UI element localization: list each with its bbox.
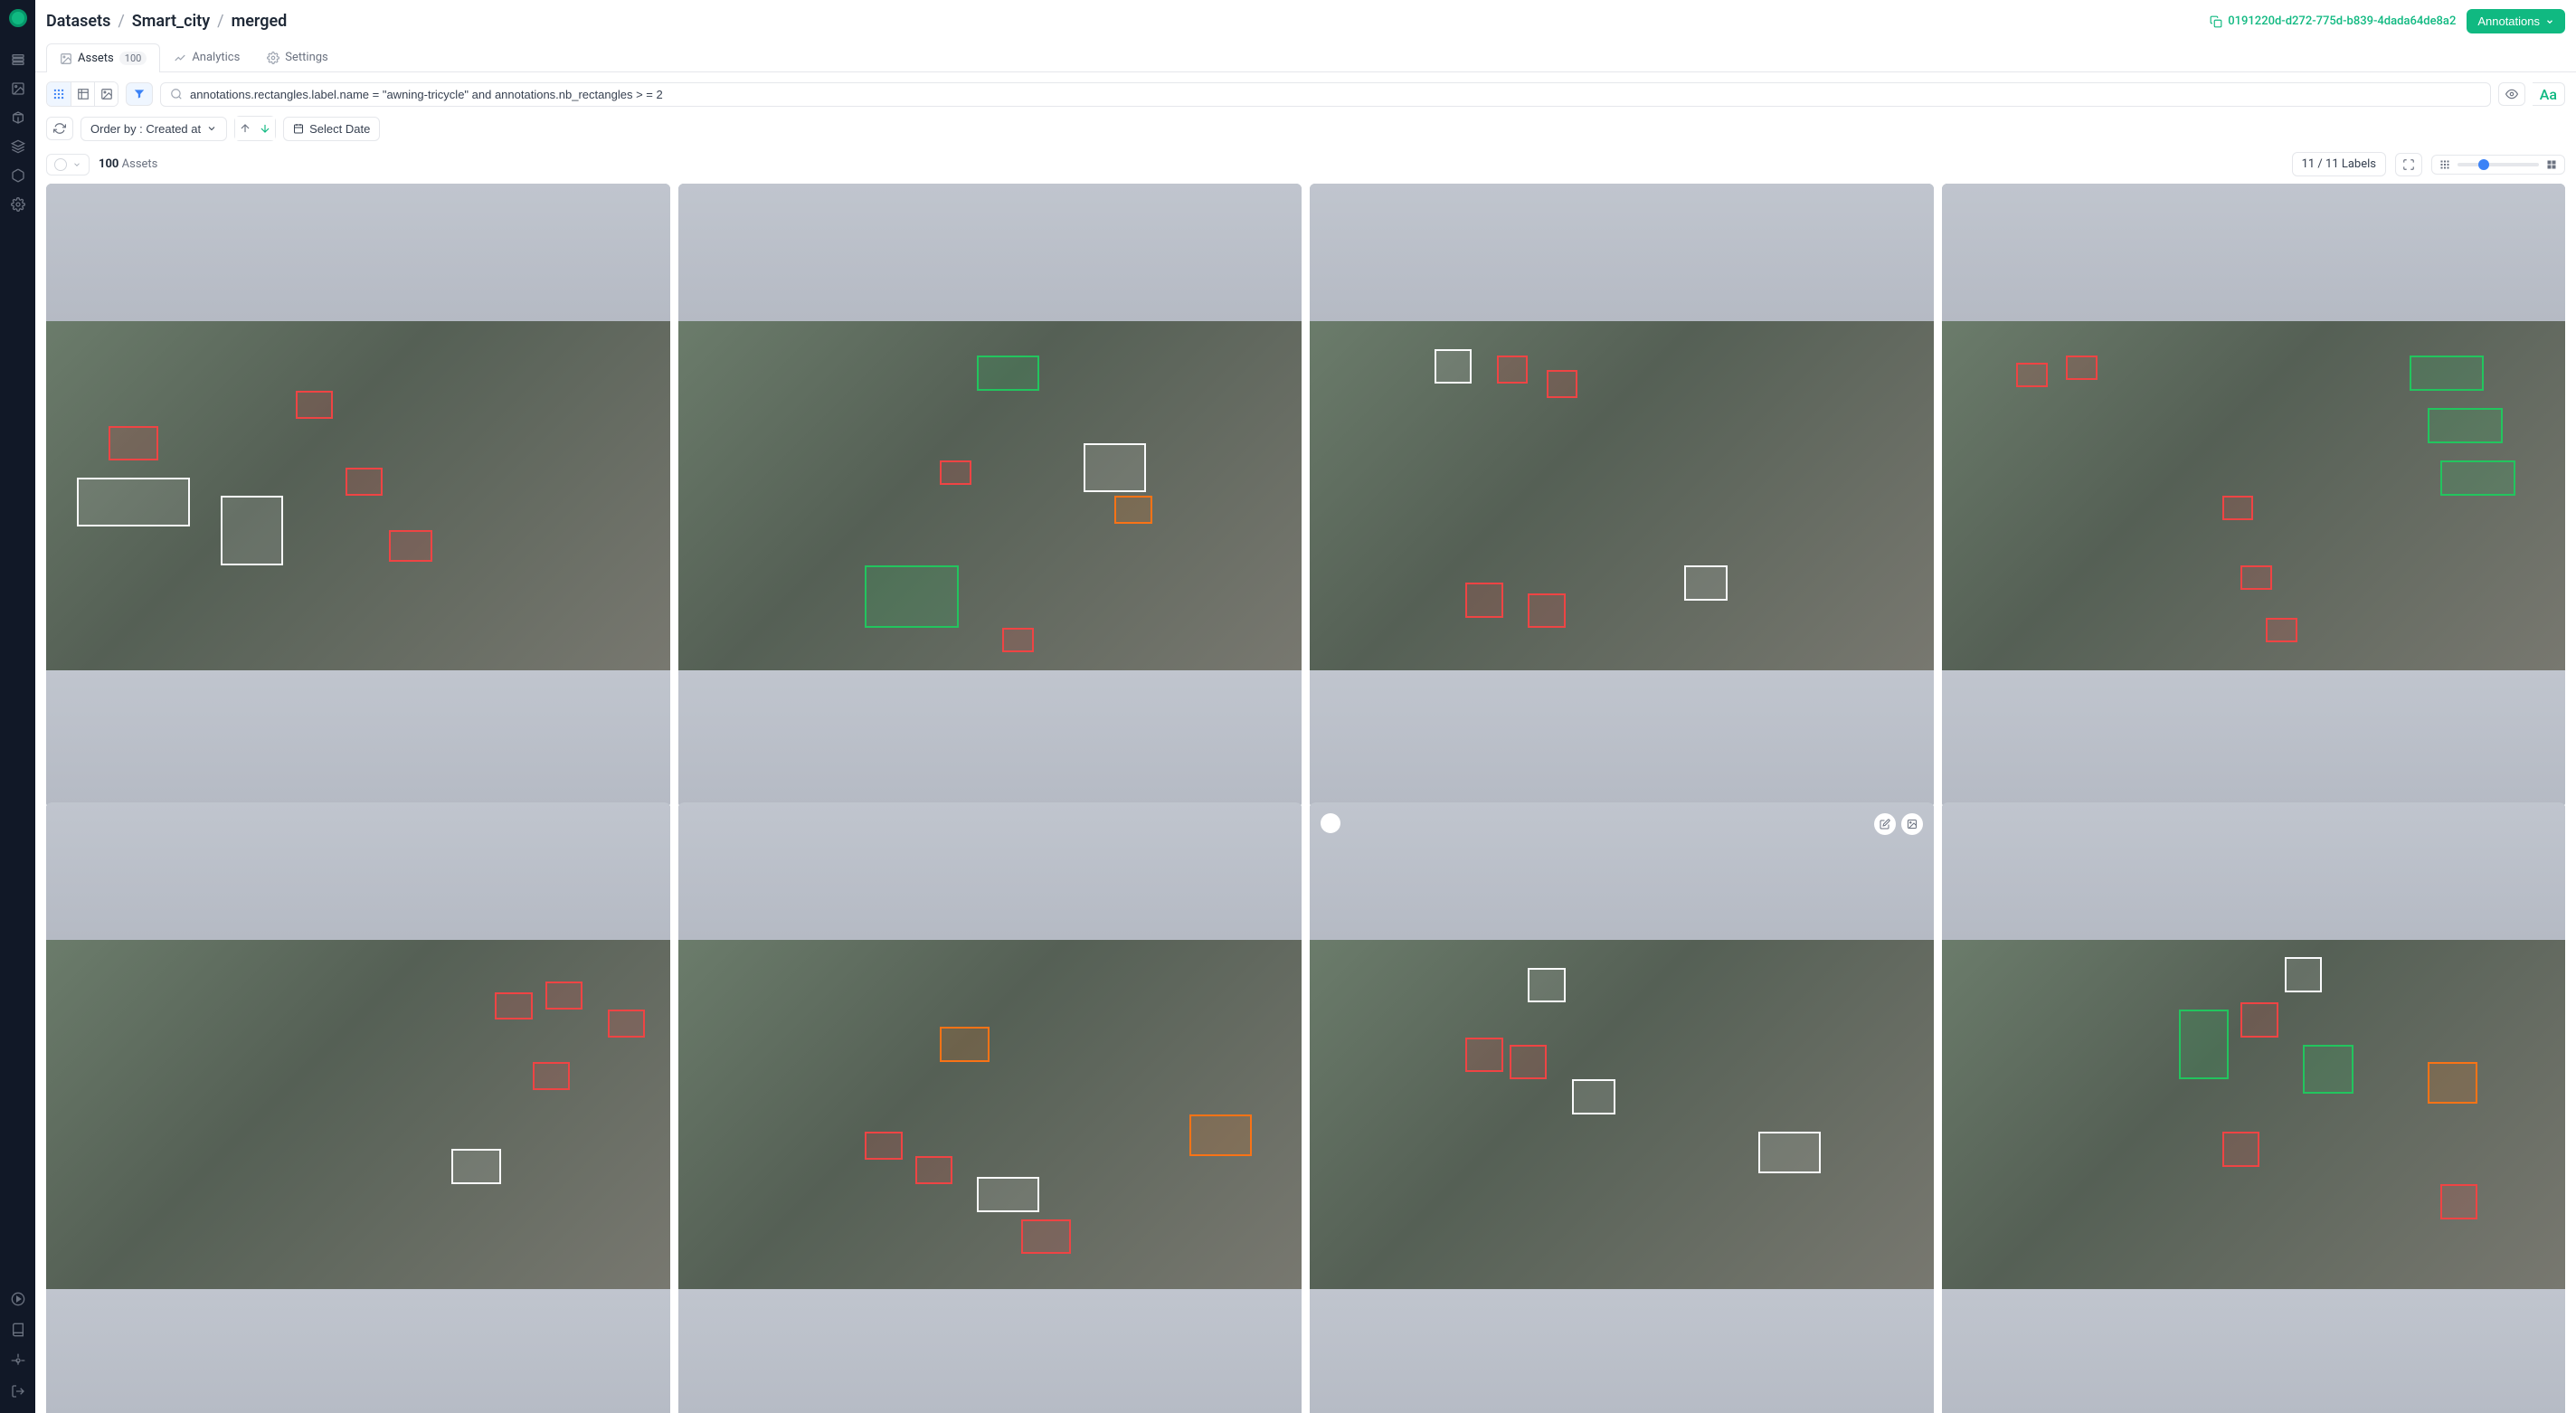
breadcrumb-leaf: merged <box>232 12 288 31</box>
toolbar: Aa <box>35 72 2576 116</box>
checkbox-icon <box>54 158 67 171</box>
nav-cube[interactable] <box>7 165 29 186</box>
nav-play[interactable] <box>7 1288 29 1310</box>
breadcrumb-sep: / <box>118 12 124 31</box>
nav-docs[interactable] <box>7 1319 29 1341</box>
breadcrumb-sep: / <box>217 12 223 31</box>
chart-icon <box>174 52 186 64</box>
dataset-id-text: 0191220d-d272-775d-b839-4dada64de8a2 <box>2228 14 2456 28</box>
text-style-button[interactable]: Aa <box>2533 82 2565 106</box>
sort-direction <box>234 116 276 141</box>
asset-card[interactable] <box>1310 184 1934 808</box>
asset-card[interactable] <box>46 184 670 808</box>
search-input[interactable] <box>190 88 2481 101</box>
asset-count: 100 Assets <box>99 157 157 171</box>
asset-card[interactable] <box>46 802 670 1413</box>
tab-settings[interactable]: Settings <box>253 43 341 71</box>
asset-card[interactable] <box>1942 802 2566 1413</box>
image-icon <box>60 52 72 65</box>
view-toggle <box>46 81 118 107</box>
tab-assets-count: 100 <box>119 52 147 65</box>
view-table-button[interactable] <box>71 82 94 106</box>
tab-assets[interactable]: Assets 100 <box>46 43 160 72</box>
tab-analytics[interactable]: Analytics <box>160 43 253 71</box>
tab-analytics-label: Analytics <box>192 51 240 64</box>
select-all[interactable] <box>46 154 90 175</box>
slider-thumb[interactable] <box>2478 159 2489 170</box>
header: Datasets / Smart_city / merged 0191220d-… <box>35 0 2576 43</box>
asset-grid <box>35 184 2576 1413</box>
labels-count[interactable]: 11 / 11 Labels <box>2292 152 2386 176</box>
sidebar <box>0 0 35 1413</box>
select-date-label: Select Date <box>309 122 370 136</box>
fullscreen-button[interactable] <box>2395 153 2422 176</box>
search-input-wrap <box>160 82 2491 107</box>
nav-config[interactable] <box>7 1350 29 1371</box>
tab-settings-label: Settings <box>285 51 327 64</box>
chevron-down-icon <box>72 160 81 169</box>
calendar-icon <box>293 123 304 134</box>
annotations-label: Annotations <box>2477 14 2540 28</box>
visibility-button[interactable] <box>2498 82 2525 106</box>
chevron-down-icon <box>206 123 217 134</box>
asset-card[interactable] <box>1942 184 2566 808</box>
logo[interactable] <box>9 9 27 27</box>
chevron-down-icon <box>2545 17 2554 26</box>
edit-button[interactable] <box>1874 813 1896 835</box>
view-image-button[interactable] <box>94 82 118 106</box>
nav-logout[interactable] <box>7 1380 29 1402</box>
select-circle[interactable] <box>1321 813 1340 833</box>
sort-asc-button[interactable] <box>235 117 255 140</box>
breadcrumb-root[interactable]: Datasets <box>46 12 110 31</box>
nav-settings-side[interactable] <box>7 194 29 215</box>
nav-models[interactable] <box>7 107 29 128</box>
nav-images[interactable] <box>7 78 29 100</box>
breadcrumb: Datasets / Smart_city / merged <box>46 12 287 31</box>
subtoolbar: Order by : Created at Select Date <box>35 116 2576 148</box>
tab-assets-label: Assets <box>78 52 114 65</box>
grid-large-icon <box>2546 159 2557 170</box>
orderby-button[interactable]: Order by : Created at <box>80 117 227 141</box>
asset-card[interactable] <box>1310 802 1934 1413</box>
zoom-slider-wrap <box>2431 155 2565 175</box>
breadcrumb-project[interactable]: Smart_city <box>132 12 210 31</box>
gear-icon <box>267 52 279 64</box>
sort-desc-button[interactable] <box>255 117 275 140</box>
main: Datasets / Smart_city / merged 0191220d-… <box>35 0 2576 1413</box>
nav-layers[interactable] <box>7 136 29 157</box>
zoom-slider[interactable] <box>2458 163 2539 166</box>
annotations-button[interactable]: Annotations <box>2467 9 2565 33</box>
grid-small-icon <box>2439 159 2450 170</box>
dataset-id[interactable]: 0191220d-d272-775d-b839-4dada64de8a2 <box>2210 14 2456 28</box>
copy-icon <box>2210 15 2222 28</box>
filter-button[interactable] <box>126 82 153 106</box>
preview-button[interactable] <box>1901 813 1923 835</box>
count-row: 100 Assets 11 / 11 Labels <box>35 148 2576 184</box>
refresh-button[interactable] <box>46 117 73 140</box>
asset-card[interactable] <box>678 802 1302 1413</box>
nav-datasets[interactable] <box>7 49 29 71</box>
orderby-label: Order by : Created at <box>90 122 201 136</box>
view-grid-button[interactable] <box>47 82 71 106</box>
asset-card[interactable] <box>678 184 1302 808</box>
tabs: Assets 100 Analytics Settings <box>35 43 2576 72</box>
select-date-button[interactable]: Select Date <box>283 117 380 141</box>
search-icon <box>170 88 183 100</box>
